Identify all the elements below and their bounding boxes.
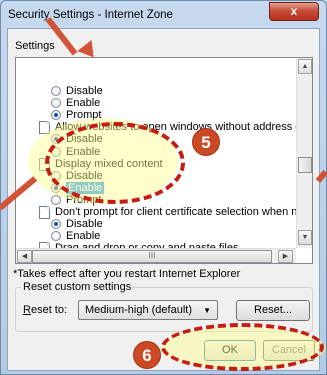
settings-list: Disable Enable Prompt Allow websites to ope…	[16, 58, 296, 248]
setting-option[interactable]: Enable	[51, 182, 105, 194]
scroll-down-button[interactable]: ▼	[298, 230, 312, 245]
window-title: Security Settings - Internet Zone	[8, 9, 173, 21]
radio-button[interactable]	[51, 134, 61, 144]
vertical-scroll-thumb[interactable]	[298, 157, 312, 173]
setting-option-label: Enable	[66, 97, 101, 109]
setting-option[interactable]: Enable	[51, 230, 100, 242]
settings-list-box: Disable Enable Prompt Allow websites to ope…	[15, 57, 313, 264]
restart-note: *Takes effect after you restart Internet…	[13, 268, 241, 280]
reset-button[interactable]: Reset...	[236, 300, 310, 321]
reset-level-value: Medium-high (default)	[85, 304, 192, 316]
setting-category-label: Allow websites to open windows without a…	[55, 121, 296, 133]
vertical-scrollbar[interactable]: ▲ ▼	[296, 58, 312, 248]
chevron-down-icon: ▼	[203, 306, 211, 315]
scroll-up-button[interactable]: ▲	[298, 59, 312, 74]
radio-button[interactable]	[51, 195, 61, 205]
settings-group-label: Settings	[15, 40, 55, 52]
setting-category-label: Don't prompt for client certificate sele…	[55, 206, 296, 218]
scroll-right-icon: ▶	[282, 253, 289, 260]
cancel-button[interactable]: Cancel	[263, 340, 315, 361]
scroll-up-icon: ▲	[301, 63, 309, 70]
step6-badge: 6	[133, 341, 161, 369]
setting-category: Allow websites to open windows without a…	[39, 120, 296, 134]
setting-option-label: Disable	[66, 85, 103, 97]
setting-option[interactable]: Disable	[51, 85, 103, 97]
radio-button[interactable]	[51, 171, 61, 181]
setting-option[interactable]: Enable	[51, 97, 100, 109]
page-icon	[39, 120, 50, 134]
page-icon	[39, 205, 50, 219]
ok-button[interactable]: OK	[204, 340, 256, 361]
setting-option-label: Enable	[66, 230, 101, 242]
radio-button[interactable]	[51, 231, 61, 241]
setting-category-label: Display mixed content	[55, 158, 163, 170]
scroll-left-icon: ◀	[21, 253, 28, 260]
page-icon	[39, 157, 50, 171]
setting-option-label: Disable	[66, 218, 103, 230]
setting-category: Display mixed content	[39, 157, 163, 171]
radio-button[interactable]	[51, 219, 61, 229]
reset-custom-settings-group: Reset custom settings Reset to: Medium-h…	[15, 281, 313, 332]
scroll-right-button[interactable]: ▶	[278, 250, 293, 263]
radio-button[interactable]	[51, 147, 61, 157]
setting-option-label: Prompt	[66, 109, 102, 121]
title-bar: Security Settings - Internet Zone x	[1, 1, 326, 28]
step5-badge: 5	[192, 128, 220, 156]
scroll-left-button[interactable]: ◀	[17, 250, 32, 263]
grip-icon: III	[148, 251, 156, 260]
radio-button[interactable]	[51, 183, 61, 193]
horizontal-scroll-thumb[interactable]: III	[32, 250, 272, 263]
reset-to-label: Reset to:	[23, 304, 68, 316]
setting-option[interactable]: Disable	[51, 218, 103, 230]
setting-option[interactable]: Disable	[51, 170, 103, 182]
setting-option[interactable]: Prompt	[51, 109, 101, 121]
reset-group-title: Reset custom settings	[21, 281, 134, 293]
setting-option[interactable]: Enable	[51, 146, 100, 158]
radio-button[interactable]	[51, 86, 61, 96]
close-button[interactable]: x	[269, 2, 319, 21]
setting-category: Don't prompt for client certificate sele…	[39, 205, 296, 219]
close-icon: x	[290, 4, 298, 18]
horizontal-scrollbar[interactable]: ◀ III ▶	[16, 248, 296, 263]
setting-option[interactable]: Prompt	[51, 194, 101, 206]
radio-button[interactable]	[51, 110, 61, 120]
reset-level-dropdown[interactable]: Medium-high (default) ▼	[78, 300, 218, 320]
radio-button[interactable]	[51, 98, 61, 108]
dialog-body: Settings Disable Enable Prompt Allow websit…	[7, 28, 320, 371]
security-settings-dialog: Security Settings - Internet Zone x Sett…	[0, 0, 327, 375]
setting-option[interactable]: Disable	[51, 133, 103, 145]
setting-option-label: Enable	[66, 182, 105, 194]
setting-option-label: Disable	[66, 170, 103, 182]
scroll-down-icon: ▼	[301, 234, 309, 241]
setting-option-label: Prompt	[66, 194, 102, 206]
setting-option-label: Disable	[66, 133, 103, 145]
setting-option-label: Enable	[66, 146, 101, 158]
